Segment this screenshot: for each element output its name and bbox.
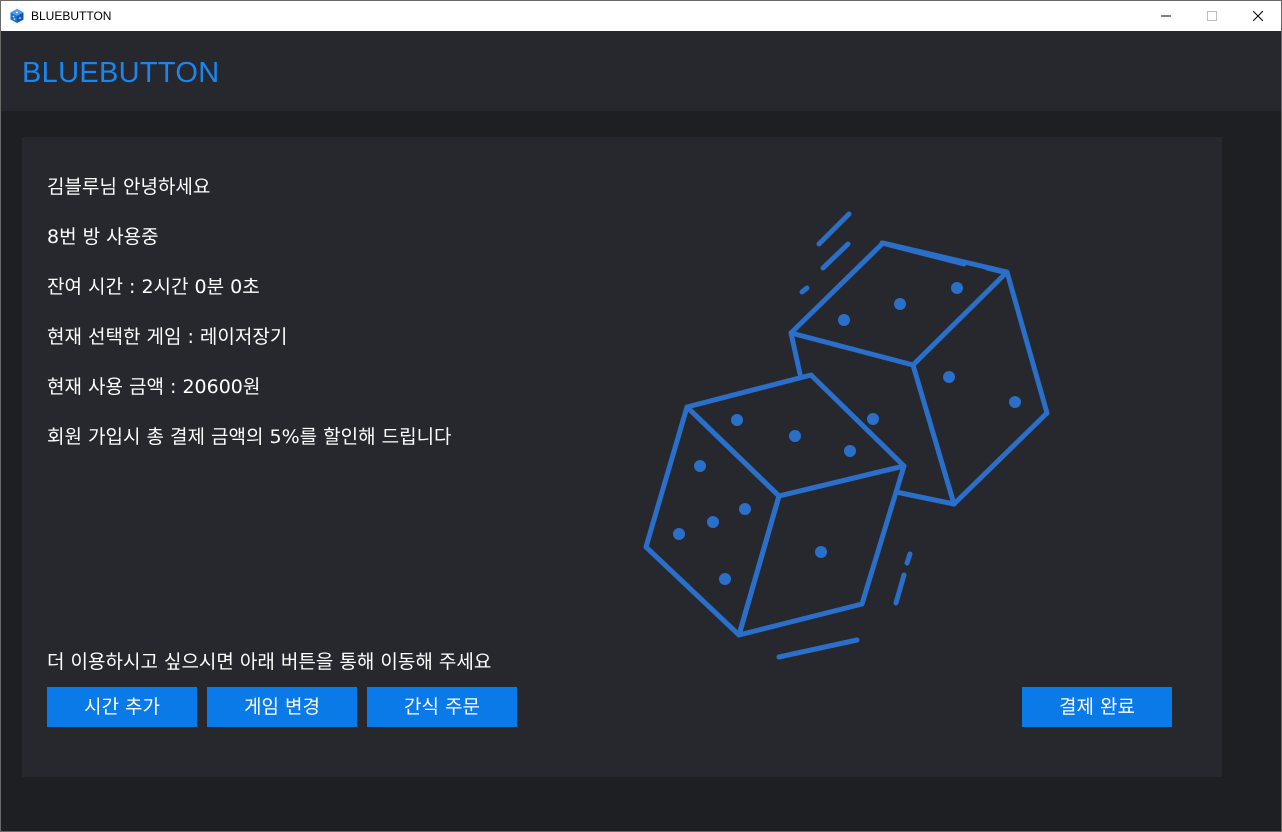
dice-icon [643,211,1050,660]
app-header: BLUEBUTTON [1,31,1281,111]
remaining-time-text: 잔여 시간 : 2시간 0분 0초 [47,276,260,298]
app-window: BLUEBUTTON BLUEBUTTON 김블루님 안녕하세요 8번 방 사용… [0,0,1282,832]
maximize-icon [1207,11,1217,21]
close-icon [1253,11,1263,21]
maximize-button[interactable] [1189,1,1235,31]
app-cube-icon [9,8,25,24]
window-title: BLUEBUTTON [31,9,112,23]
snack-order-button[interactable]: 간식 주문 [367,687,517,727]
greeting-text: 김블루님 안녕하세요 [47,176,211,198]
current-amount-text: 현재 사용 금액 : 20600원 [47,376,261,398]
add-time-button[interactable]: 시간 추가 [47,687,197,727]
change-game-button[interactable]: 게임 변경 [207,687,357,727]
session-card: 김블루님 안녕하세요 8번 방 사용중 잔여 시간 : 2시간 0분 0초 현재… [22,137,1222,777]
window-titlebar[interactable]: BLUEBUTTON [1,1,1281,31]
navigation-prompt-text: 더 이용하시고 싶으시면 아래 버튼을 통해 이동해 주세요 [47,651,492,673]
membership-promo-text: 회원 가입시 총 결제 금액의 5%를 할인해 드립니다 [47,426,452,448]
checkout-button[interactable]: 결제 완료 [1022,687,1172,727]
room-status-text: 8번 방 사용중 [47,226,159,248]
selected-game-text: 현재 선택한 게임 : 레이저장기 [47,326,288,348]
minimize-icon [1161,15,1171,17]
minimize-button[interactable] [1143,1,1189,31]
close-button[interactable] [1235,1,1281,31]
brand-title: BLUEBUTTON [22,57,220,89]
